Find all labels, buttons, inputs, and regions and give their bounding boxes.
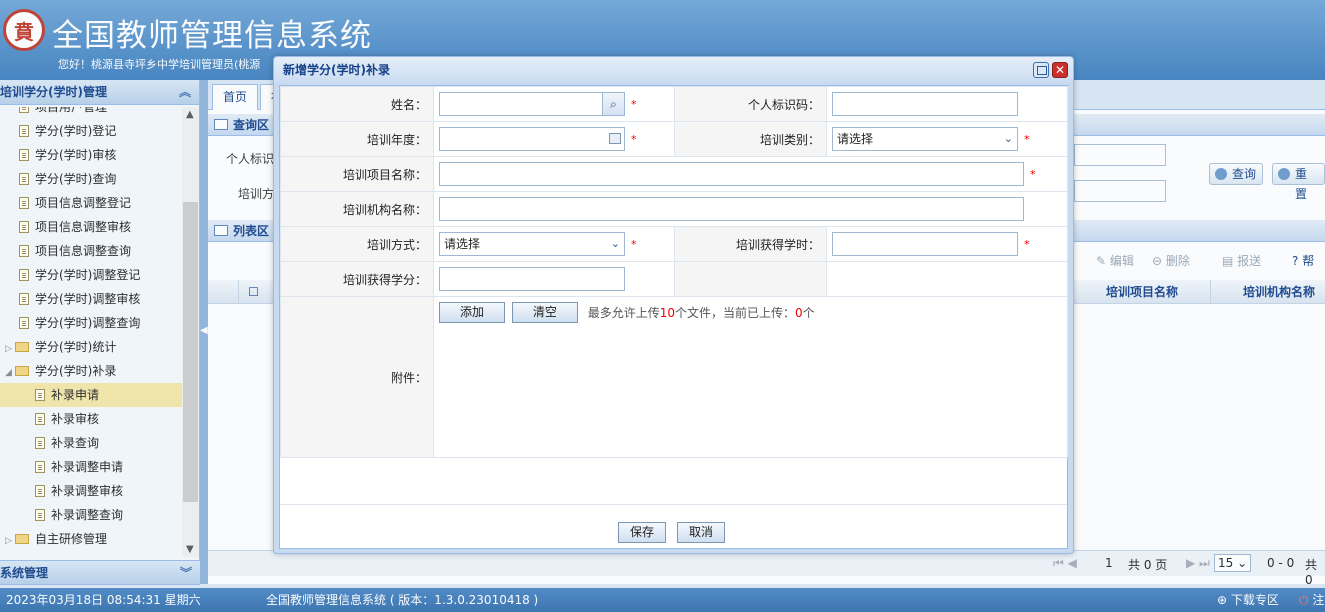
project-input[interactable] — [439, 162, 1024, 186]
upload-note-middle: 个文件，当前已上传： — [674, 306, 795, 320]
attachment-label: 附件： — [280, 296, 434, 458]
org-label: 培训机构名称： — [280, 191, 434, 227]
credits-label: 培训获得学分： — [280, 261, 434, 297]
upload-max-count: 10 — [659, 306, 675, 320]
org-input[interactable] — [439, 197, 1024, 221]
id-input[interactable] — [832, 92, 1018, 116]
upload-note-suffix: 个 — [802, 306, 815, 320]
dialog-button-bar: 保存 取消 — [280, 504, 1067, 548]
empty-cell — [674, 261, 827, 297]
cancel-button[interactable]: 取消 — [677, 522, 726, 543]
mode-label: 培训方式： — [280, 226, 434, 262]
save-button[interactable]: 保存 — [618, 522, 667, 543]
credits-input[interactable] — [439, 267, 625, 291]
name-input[interactable]: ⌕ — [439, 92, 625, 116]
empty-cell — [826, 261, 1068, 297]
category-select[interactable]: 请选择 ⌄ — [832, 127, 1018, 151]
chevron-down-icon: ⌄ — [1003, 132, 1013, 145]
hours-label: 培训获得学时： — [674, 226, 827, 262]
add-file-button[interactable]: 添加 — [439, 302, 506, 323]
close-icon[interactable]: ✕ — [1052, 62, 1068, 78]
required-mark: * — [631, 237, 637, 251]
category-selected-value: 请选择 — [837, 132, 874, 146]
id-label: 个人标识码： — [674, 86, 827, 122]
supplement-form: 姓名： ⌕ * 个人标识码： 培训年度： * 培训类别： 请选择 ⌄ * 培训项… — [280, 86, 1068, 458]
year-label: 培训年度： — [280, 121, 434, 157]
hours-input[interactable] — [832, 232, 1018, 256]
clear-files-button[interactable]: 清空 — [511, 302, 578, 323]
required-mark: * — [1024, 237, 1030, 251]
dialog-title[interactable]: 新增学分(学时)补录 — [274, 57, 1073, 83]
year-input[interactable] — [439, 127, 625, 151]
required-mark: * — [631, 97, 637, 111]
supplement-dialog: 新增学分(学时)补录 ✕ 姓名： ⌕ * 个人标识码： 培训年度： * 培训类别… — [273, 56, 1074, 554]
mode-selected-value: 请选择 — [444, 237, 481, 251]
required-mark: * — [631, 132, 637, 146]
calendar-icon[interactable] — [609, 133, 621, 144]
upload-note: 最多允许上传10个文件，当前已上传：0个 — [588, 306, 815, 320]
search-icon[interactable]: ⌕ — [602, 93, 624, 115]
category-label: 培训类别： — [674, 121, 827, 157]
chevron-down-icon: ⌄ — [610, 237, 620, 250]
dialog-body: 姓名： ⌕ * 个人标识码： 培训年度： * 培训类别： 请选择 ⌄ * 培训项… — [279, 85, 1068, 549]
upload-note-prefix: 最多允许上传 — [587, 306, 660, 320]
required-mark: * — [1024, 132, 1030, 146]
upload-current-count: 0 — [795, 306, 803, 320]
attachment-area: 添加 清空 最多允许上传10个文件，当前已上传：0个 — [433, 296, 1068, 458]
maximize-icon[interactable] — [1033, 62, 1049, 78]
mode-select[interactable]: 请选择 ⌄ — [439, 232, 625, 256]
required-mark: * — [1030, 167, 1036, 181]
name-label: 姓名： — [280, 86, 434, 122]
project-label: 培训项目名称： — [280, 156, 434, 192]
